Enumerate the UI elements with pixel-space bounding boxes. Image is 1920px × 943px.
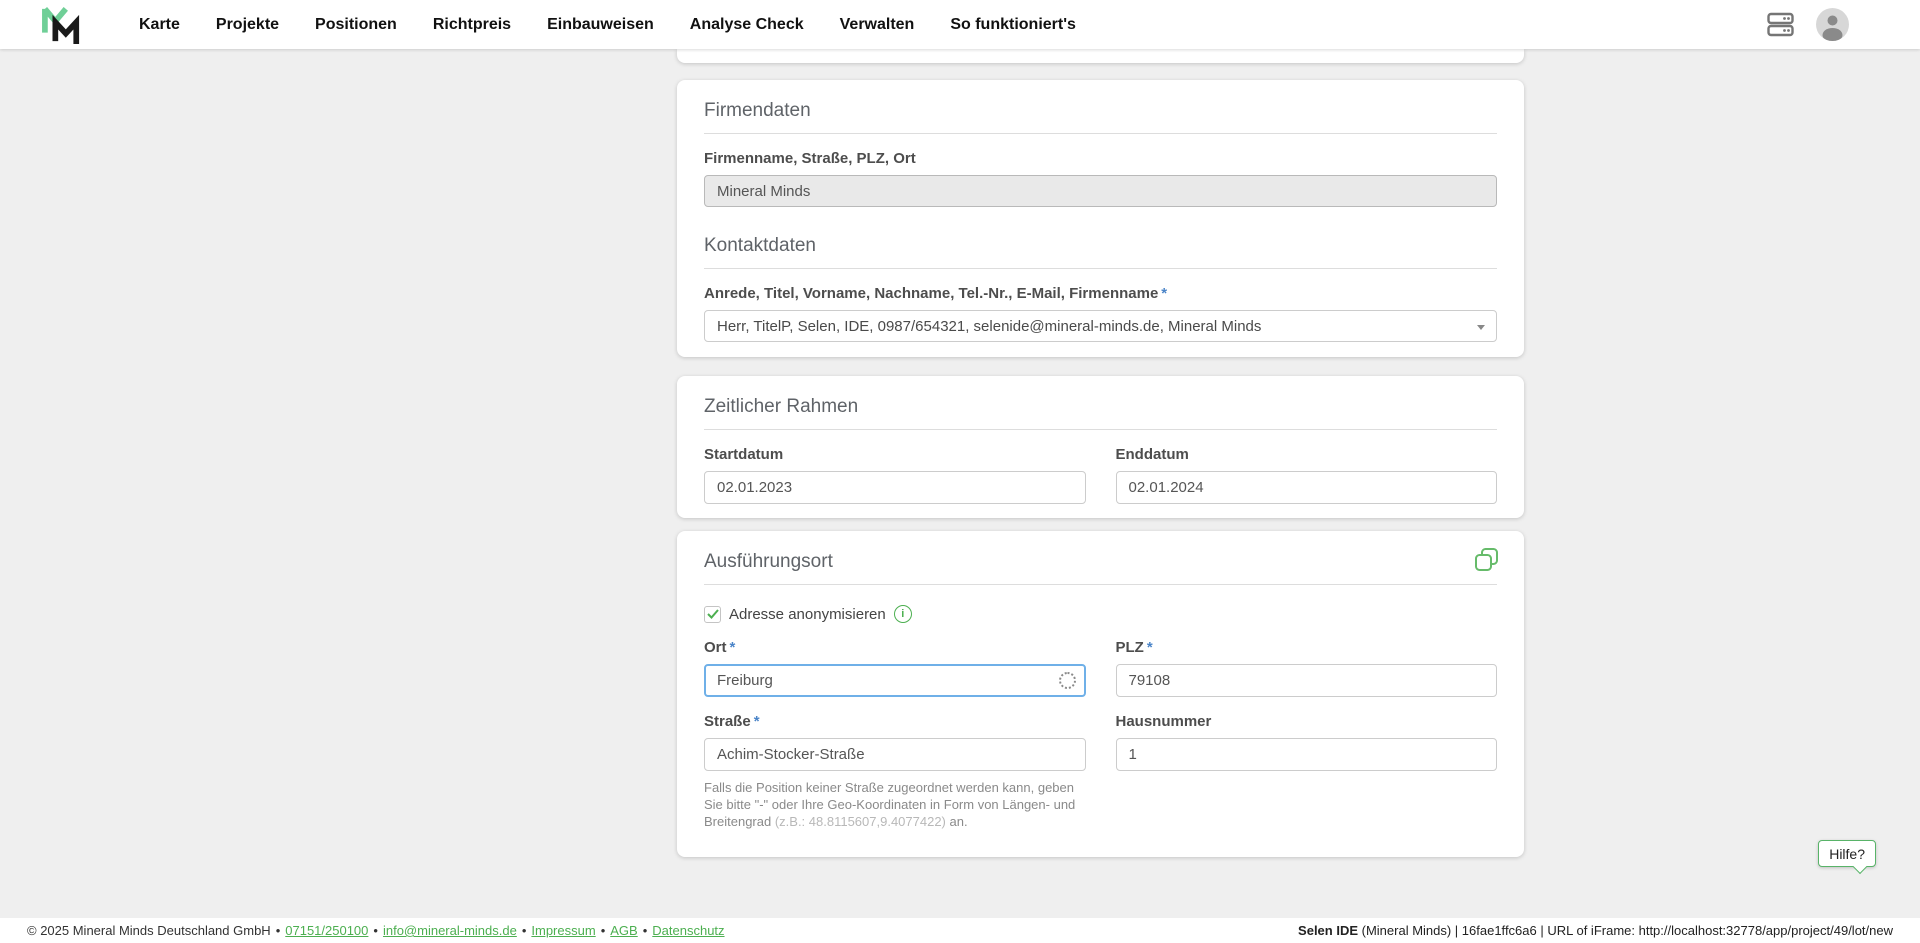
footer-left: © 2025 Mineral Minds Deutschland GmbH • … <box>27 923 725 938</box>
kontakt-select[interactable]: Herr, TitelP, Selen, IDE, 0987/654321, s… <box>704 310 1497 342</box>
navbar-right-section <box>1760 0 1920 49</box>
ide-name: Selen IDE <box>1298 923 1358 938</box>
zeitlicher-rahmen-card: Zeitlicher Rahmen Startdatum Enddatum <box>677 376 1524 518</box>
checkmark-icon <box>707 609 719 619</box>
strasse-input[interactable] <box>704 738 1086 771</box>
separator: • <box>522 923 527 938</box>
enddatum-label: Enddatum <box>1116 446 1498 463</box>
ort-input[interactable] <box>704 664 1086 697</box>
separator: • <box>373 923 378 938</box>
plz-label-text: PLZ <box>1116 639 1144 656</box>
email-link[interactable]: info@mineral-minds.de <box>383 923 517 938</box>
strasse-label-text: Straße <box>704 713 751 730</box>
server-icon[interactable] <box>1767 11 1794 38</box>
required-marker: * <box>1147 639 1153 656</box>
strasse-helper-text: Falls die Position keiner Straße zugeord… <box>704 779 1086 830</box>
ort-label: Ort* <box>704 639 1086 656</box>
agb-link[interactable]: AGB <box>610 923 637 938</box>
startdatum-label: Startdatum <box>704 446 1086 463</box>
help-button[interactable]: Hilfe? <box>1818 840 1876 867</box>
copyright-text: © 2025 Mineral Minds Deutschland GmbH <box>27 923 271 938</box>
nav-item-richtpreis[interactable]: Richtpreis <box>433 16 511 34</box>
nav-item-projekte[interactable]: Projekte <box>216 16 279 34</box>
firmenname-input <box>704 175 1497 207</box>
divider <box>704 584 1497 585</box>
firmendaten-title: Firmendaten <box>704 98 1497 124</box>
iframe-url-text: (Mineral Minds) | 16fae1ffc6a6 | URL of … <box>1358 923 1893 938</box>
plz-input[interactable] <box>1116 664 1498 697</box>
anonymisieren-row: Adresse anonymisieren i <box>704 605 1497 623</box>
anonymisieren-label[interactable]: Adresse anonymisieren <box>729 606 886 623</box>
user-avatar[interactable] <box>1816 8 1849 41</box>
strasse-label: Straße* <box>704 713 1086 730</box>
nav-item-so-funktionierts[interactable]: So funktioniert's <box>950 16 1076 34</box>
separator: • <box>643 923 648 938</box>
startdatum-input[interactable] <box>704 471 1086 504</box>
nav-item-positionen[interactable]: Positionen <box>315 16 397 34</box>
speech-bubble-tail <box>1853 860 1867 874</box>
firmendaten-card: Firmendaten Firmenname, Straße, PLZ, Ort… <box>677 80 1524 357</box>
separator: • <box>601 923 606 938</box>
nav-item-einbauweisen[interactable]: Einbauweisen <box>547 16 654 34</box>
footer-debug-info: Selen IDE (Mineral Minds) | 16fae1ffc6a6… <box>1298 923 1893 938</box>
mineral-minds-logo-icon[interactable] <box>40 6 84 44</box>
ausfuehrungsort-card: Ausführungsort Adresse anonymisieren i O… <box>677 531 1524 857</box>
previous-card-partial <box>677 49 1524 63</box>
kontaktdaten-title: Kontaktdaten <box>704 233 1497 259</box>
top-navbar: Karte Projekte Positionen Richtpreis Ein… <box>0 0 1920 49</box>
required-marker: * <box>754 713 760 730</box>
ausfuehrungsort-title: Ausführungsort <box>704 549 1497 575</box>
plz-label: PLZ* <box>1116 639 1498 656</box>
loading-spinner-icon <box>1059 672 1076 689</box>
divider <box>704 268 1497 269</box>
info-icon[interactable]: i <box>894 605 912 623</box>
main-navigation: Karte Projekte Positionen Richtpreis Ein… <box>139 0 1076 49</box>
zeitlicher-rahmen-title: Zeitlicher Rahmen <box>704 394 1497 420</box>
nav-item-analyse-check[interactable]: Analyse Check <box>690 16 804 34</box>
required-marker: * <box>1161 285 1167 302</box>
kontakt-label: Anrede, Titel, Vorname, Nachname, Tel.-N… <box>704 285 1497 302</box>
required-marker: * <box>730 639 736 656</box>
chevron-down-icon <box>1477 325 1485 330</box>
helper-text-end: an. <box>946 814 968 829</box>
nav-item-verwalten[interactable]: Verwalten <box>840 16 915 34</box>
kontakt-select-value: Herr, TitelP, Selen, IDE, 0987/654321, s… <box>717 318 1261 335</box>
hausnummer-label: Hausnummer <box>1116 713 1498 730</box>
firmenname-label: Firmenname, Straße, PLZ, Ort <box>704 150 1497 167</box>
phone-link[interactable]: 07151/250100 <box>285 923 368 938</box>
copy-icon[interactable] <box>1474 547 1499 573</box>
separator: • <box>276 923 281 938</box>
divider <box>704 133 1497 134</box>
kontakt-label-text: Anrede, Titel, Vorname, Nachname, Tel.-N… <box>704 285 1158 302</box>
nav-item-karte[interactable]: Karte <box>139 16 180 34</box>
ort-label-text: Ort <box>704 639 727 656</box>
adresse-anonymisieren-checkbox[interactable] <box>704 606 721 623</box>
impressum-link[interactable]: Impressum <box>531 923 595 938</box>
enddatum-input[interactable] <box>1116 471 1498 504</box>
hausnummer-input[interactable] <box>1116 738 1498 771</box>
helper-text-example: (z.B.: 48.8115607,9.4077422) <box>775 814 946 829</box>
footer: © 2025 Mineral Minds Deutschland GmbH • … <box>0 918 1920 943</box>
datenschutz-link[interactable]: Datenschutz <box>652 923 724 938</box>
